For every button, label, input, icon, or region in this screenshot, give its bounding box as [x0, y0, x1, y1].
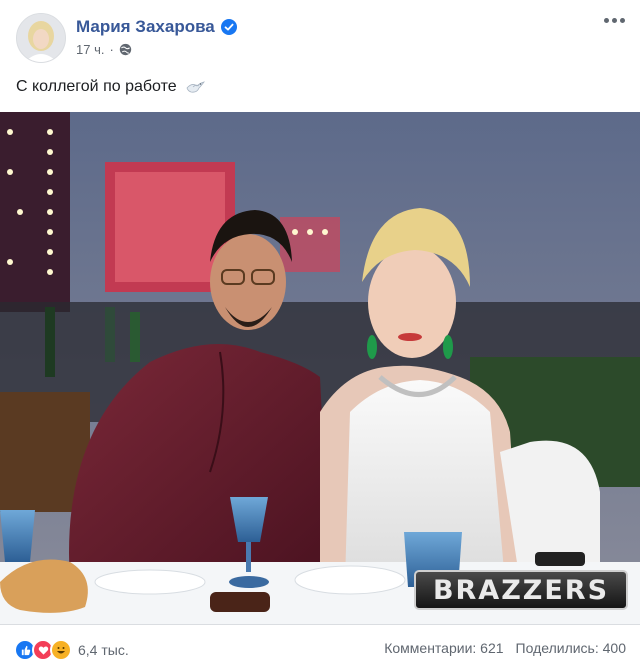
- author-name-link[interactable]: Мария Захарова: [76, 17, 215, 37]
- reactions-summary[interactable]: 6,4 тыс.: [14, 639, 129, 661]
- post-text-content: С коллегой по работе: [16, 78, 177, 95]
- reactions-count[interactable]: 6,4 тыс.: [78, 642, 129, 658]
- meta-separator: ·: [109, 42, 114, 57]
- watermark-logo: BRAZZERS: [414, 570, 628, 610]
- author-row: Мария Захарова: [76, 16, 237, 38]
- more-dot: [603, 17, 609, 23]
- more-dot: [611, 17, 617, 23]
- dove-emoji-icon: [186, 81, 205, 93]
- comments-count-link[interactable]: Комментарии: 621: [384, 640, 503, 656]
- post-text: С коллегой по работе: [16, 78, 205, 96]
- avatar-image: [17, 14, 65, 62]
- engagement-stats: Комментарии: 621 Поделились: 400: [384, 640, 626, 656]
- post-timestamp[interactable]: 17 ч.: [76, 42, 104, 57]
- photo-image: [0, 112, 640, 624]
- watermark-text: BRAZZERS: [432, 574, 610, 606]
- haha-icon: [50, 639, 72, 661]
- verified-badge-icon: [220, 19, 237, 35]
- post-footer: 6,4 тыс. Комментарии: 621 Поделились: 40…: [0, 624, 640, 672]
- post-header: Мария Захарова 17 ч. ·: [0, 0, 640, 70]
- more-dot: [619, 17, 625, 23]
- globe-icon[interactable]: [119, 43, 132, 56]
- shares-count-link[interactable]: Поделились: 400: [516, 640, 626, 656]
- more-options-icon[interactable]: [602, 14, 626, 26]
- post-photo[interactable]: BRAZZERS: [0, 112, 640, 624]
- author-avatar[interactable]: [16, 13, 66, 63]
- post-meta: 17 ч. ·: [76, 42, 132, 57]
